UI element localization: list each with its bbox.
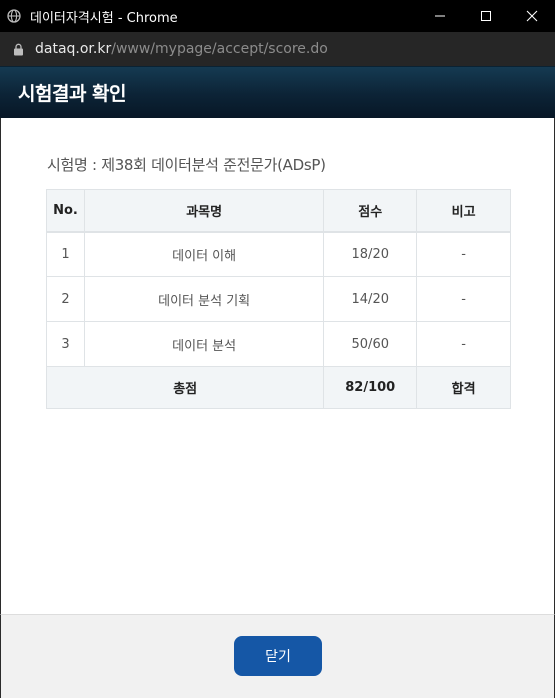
close-window-button[interactable] (509, 0, 555, 32)
row-no: 2 (46, 276, 85, 322)
address-bar[interactable]: dataq.or.kr/www/mypage/accept/score.do (0, 32, 555, 66)
total-row: 총점 82/100 합격 (45, 366, 511, 409)
column-header-subject: 과목명 (83, 189, 325, 233)
minimize-button[interactable] (417, 0, 463, 32)
window-titlebar: 데이터자격시험 - Chrome (0, 0, 555, 32)
table-header-row: No. 과목명 점수 비고 (46, 189, 511, 233)
row-no: 1 (46, 231, 85, 277)
row-no: 3 (46, 321, 85, 367)
url-host: dataq.or.kr (35, 41, 112, 57)
row-subject: 데이터 분석 (83, 321, 325, 367)
row-score: 50/60 (323, 321, 418, 367)
modal-content: 시험명 : 제38회 데이터분석 준전문가(ADsP) No. 과목명 점수 비… (0, 118, 555, 614)
close-button[interactable]: 닫기 (234, 636, 322, 676)
url-text[interactable]: dataq.or.kr/www/mypage/accept/score.do (35, 41, 328, 57)
window-title: 데이터자격시험 - Chrome (30, 10, 178, 26)
maximize-icon (481, 11, 491, 21)
modal-title: 시험결과 확인 (18, 83, 127, 105)
row-subject: 데이터 이해 (83, 231, 325, 277)
total-label: 총점 (45, 366, 325, 409)
row-score: 18/20 (323, 231, 418, 277)
close-icon (526, 10, 538, 22)
row-note: - (416, 276, 511, 322)
total-result: 합격 (416, 366, 511, 409)
total-score: 82/100 (323, 366, 418, 409)
row-score: 14/20 (323, 276, 418, 322)
table-row: 3 데이터 분석 50/60 - (46, 321, 511, 367)
modal-header: 시험결과 확인 (0, 66, 555, 118)
row-note: - (416, 321, 511, 367)
column-header-no: No. (46, 189, 85, 233)
column-header-score: 점수 (323, 189, 418, 233)
minimize-icon (435, 15, 445, 17)
score-table: No. 과목명 점수 비고 1 데이터 이해 18/20 - 2 데이터 분석 … (45, 189, 511, 409)
modal-footer: 닫기 (0, 614, 555, 698)
url-path: /www/mypage/accept/score.do (111, 41, 328, 57)
maximize-button[interactable] (463, 0, 509, 32)
column-header-note: 비고 (416, 189, 511, 233)
lock-icon (13, 42, 25, 56)
exam-name: 시험명 : 제38회 데이터분석 준전문가(ADsP) (47, 156, 326, 174)
globe-icon (6, 8, 22, 24)
row-note: - (416, 231, 511, 277)
row-subject: 데이터 분석 기획 (83, 276, 325, 322)
table-row: 2 데이터 분석 기획 14/20 - (46, 276, 511, 322)
table-row: 1 데이터 이해 18/20 - (46, 231, 511, 277)
